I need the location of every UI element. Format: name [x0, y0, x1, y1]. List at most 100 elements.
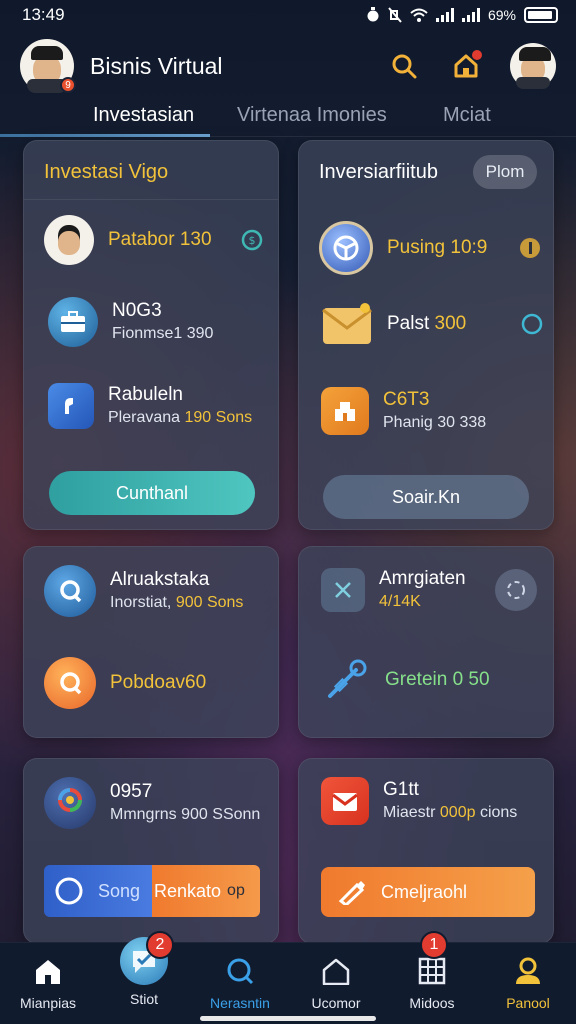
app-icon: [48, 383, 94, 429]
list-item[interactable]: Rabuleln Pleravana 190 Sons: [48, 383, 278, 429]
list-item-title: Gretein 0 50: [385, 669, 490, 690]
list-item[interactable]: N0G3 Fionmse1 390: [48, 297, 268, 347]
tab-investasian[interactable]: Investasian: [93, 104, 194, 127]
list-item-text: Patabor 130: [108, 228, 212, 252]
status-dot-icon: [520, 238, 540, 258]
nav-item-profile[interactable]: Panool: [480, 943, 576, 1024]
subtitle-amount: 000p: [439, 804, 476, 821]
briefcase-icon: [48, 297, 98, 347]
list-item-text: Palst 300: [387, 312, 466, 336]
list-item[interactable]: 0957 Mmngrns 900 SSonn: [44, 777, 274, 829]
button-label: Cmeljraohl: [381, 881, 468, 902]
list-item-title: Rabuleln: [108, 384, 183, 405]
subtitle-text: Miaestr: [383, 804, 440, 821]
card-0957: 0957 Mmngrns 900 SSonn Song Renkato op: [23, 758, 279, 944]
primary-action-button[interactable]: Cunthanl: [49, 471, 255, 515]
subtitle-amount: 900 Sons: [175, 594, 244, 611]
nav-item-search[interactable]: Nerasntin: [192, 943, 288, 1024]
list-item[interactable]: Gretein 0 50: [321, 655, 537, 705]
list-item-title: Pobdoav60: [110, 672, 207, 693]
nav-label: Nerasntin: [210, 995, 270, 1011]
nav-label: Stiot: [129, 991, 158, 1007]
list-item-text: Rabuleln Pleravana 190 Sons: [108, 383, 252, 429]
list-item-text: Gretein 0 50: [385, 668, 490, 692]
active-tab-indicator: [0, 134, 210, 137]
steering-wheel-icon: [319, 221, 373, 275]
list-item[interactable]: G1tt Miaestr 000p cions: [321, 777, 551, 825]
status-icons: 69%: [366, 7, 558, 23]
tab-mciat[interactable]: Mciat: [443, 104, 491, 127]
radio-icon[interactable]: [521, 313, 543, 335]
filter-chip[interactable]: Plom: [473, 155, 537, 189]
title-amount: 300: [434, 313, 467, 334]
split-action-button[interactable]: Song Renkato op: [44, 865, 260, 917]
nav-item-chat[interactable]: 2 Stiot: [96, 931, 192, 1024]
orange-action-button[interactable]: Cmeljraohl: [321, 867, 535, 917]
close-icon: [321, 568, 365, 612]
list-item[interactable]: Palst 300: [321, 301, 543, 347]
card-title: Inversiarfiitub: [319, 161, 438, 183]
nav-badge: 1: [420, 931, 448, 959]
list-item[interactable]: Pusing 10:9: [319, 221, 541, 275]
list-item-text: C6T3 Phanig 30 338: [383, 388, 486, 434]
split-button-left[interactable]: Song: [44, 865, 152, 917]
tab-virtual-monies[interactable]: Virtenaa Imonies: [237, 104, 387, 127]
split-button-right[interactable]: Renkato op: [152, 865, 260, 917]
subtitle-text: Pleravana: [108, 409, 185, 426]
status-bar: 13:49 69%: [0, 0, 576, 30]
title-text: Palst: [387, 313, 435, 334]
profile-icon: [510, 953, 546, 989]
nav-item-home[interactable]: Mianpias: [0, 943, 96, 1024]
avatar: [44, 215, 94, 265]
list-item-title: C6T3: [383, 389, 430, 410]
card-title: Investasi Vigo: [44, 161, 168, 184]
list-item-subtitle: Phanig 30 338: [383, 414, 487, 431]
list-item-subtitle: Pleravana 190 Sons: [108, 407, 252, 429]
subtitle-suffix: cions: [475, 804, 518, 821]
search-icon: [392, 54, 417, 79]
list-item-title: 0957: [110, 781, 153, 802]
nav-badge: 2: [146, 931, 174, 959]
list-item-subtitle: Mmngrns 900 SSonn: [110, 806, 261, 823]
list-item[interactable]: Pobdoav60: [44, 657, 274, 709]
bottom-navigation: Mianpias 2 Stiot Nerasntin Ucomor 1 Mido…: [0, 931, 576, 1024]
location-pin-icon: [44, 777, 96, 829]
notification-dot: [472, 50, 482, 60]
list-item-subtitle: Miaestr 000p cions: [383, 802, 517, 824]
notifications-button[interactable]: [448, 48, 484, 84]
button-suffix: op: [227, 882, 245, 899]
secondary-action-button[interactable]: Soair.Kn: [323, 475, 529, 519]
nav-label: Panool: [506, 995, 550, 1011]
nav-label: Ucomor: [311, 995, 361, 1011]
list-item[interactable]: Alruakstaka Inorstiat, 900 Sons: [44, 565, 274, 617]
nav-label: Midoos: [409, 995, 455, 1011]
alarm-icon: [367, 7, 379, 22]
nav-item-house[interactable]: Ucomor: [288, 943, 384, 1024]
list-item-text: Alruakstaka Inorstiat, 900 Sons: [110, 568, 243, 614]
button-label: Renkato: [154, 880, 222, 901]
list-item-text: Amrgiaten 4/14K: [379, 567, 466, 613]
circle-icon: [55, 877, 83, 905]
nav-item-grid[interactable]: 1 Midoos: [384, 931, 480, 1024]
card-inversiar: Inversiarfiitub Plom Pusing 10:9 Palst 3…: [298, 140, 554, 530]
signal-icon-2: [461, 8, 480, 22]
card-title-text: Investasi Vigo: [44, 161, 169, 183]
list-item-text: Pobdoav60: [110, 671, 206, 695]
list-item[interactable]: C6T3 Phanig 30 338: [321, 387, 543, 435]
profile-avatar[interactable]: [510, 43, 556, 89]
list-item-text: G1tt Miaestr 000p cions: [383, 778, 517, 824]
list-item[interactable]: Amrgiaten 4/14K: [321, 567, 537, 613]
search-button[interactable]: [386, 48, 422, 84]
user-avatar[interactable]: 9: [20, 39, 76, 93]
refresh-button[interactable]: [495, 569, 537, 611]
avatar-badge: 9: [60, 77, 76, 93]
search-icon: [44, 565, 96, 617]
list-item[interactable]: Patabor 130 $: [44, 215, 264, 265]
svg-text:$: $: [249, 234, 256, 247]
nav-label: Mianpias: [19, 995, 77, 1011]
list-item-title: Patabor 130: [108, 229, 212, 250]
subtitle-text: Inorstiat,: [110, 594, 176, 611]
list-item-subtitle: Fionmse1 390: [112, 325, 214, 342]
list-item-subtitle: 4/14K: [379, 593, 421, 610]
chip-label: Plom: [485, 162, 525, 181]
